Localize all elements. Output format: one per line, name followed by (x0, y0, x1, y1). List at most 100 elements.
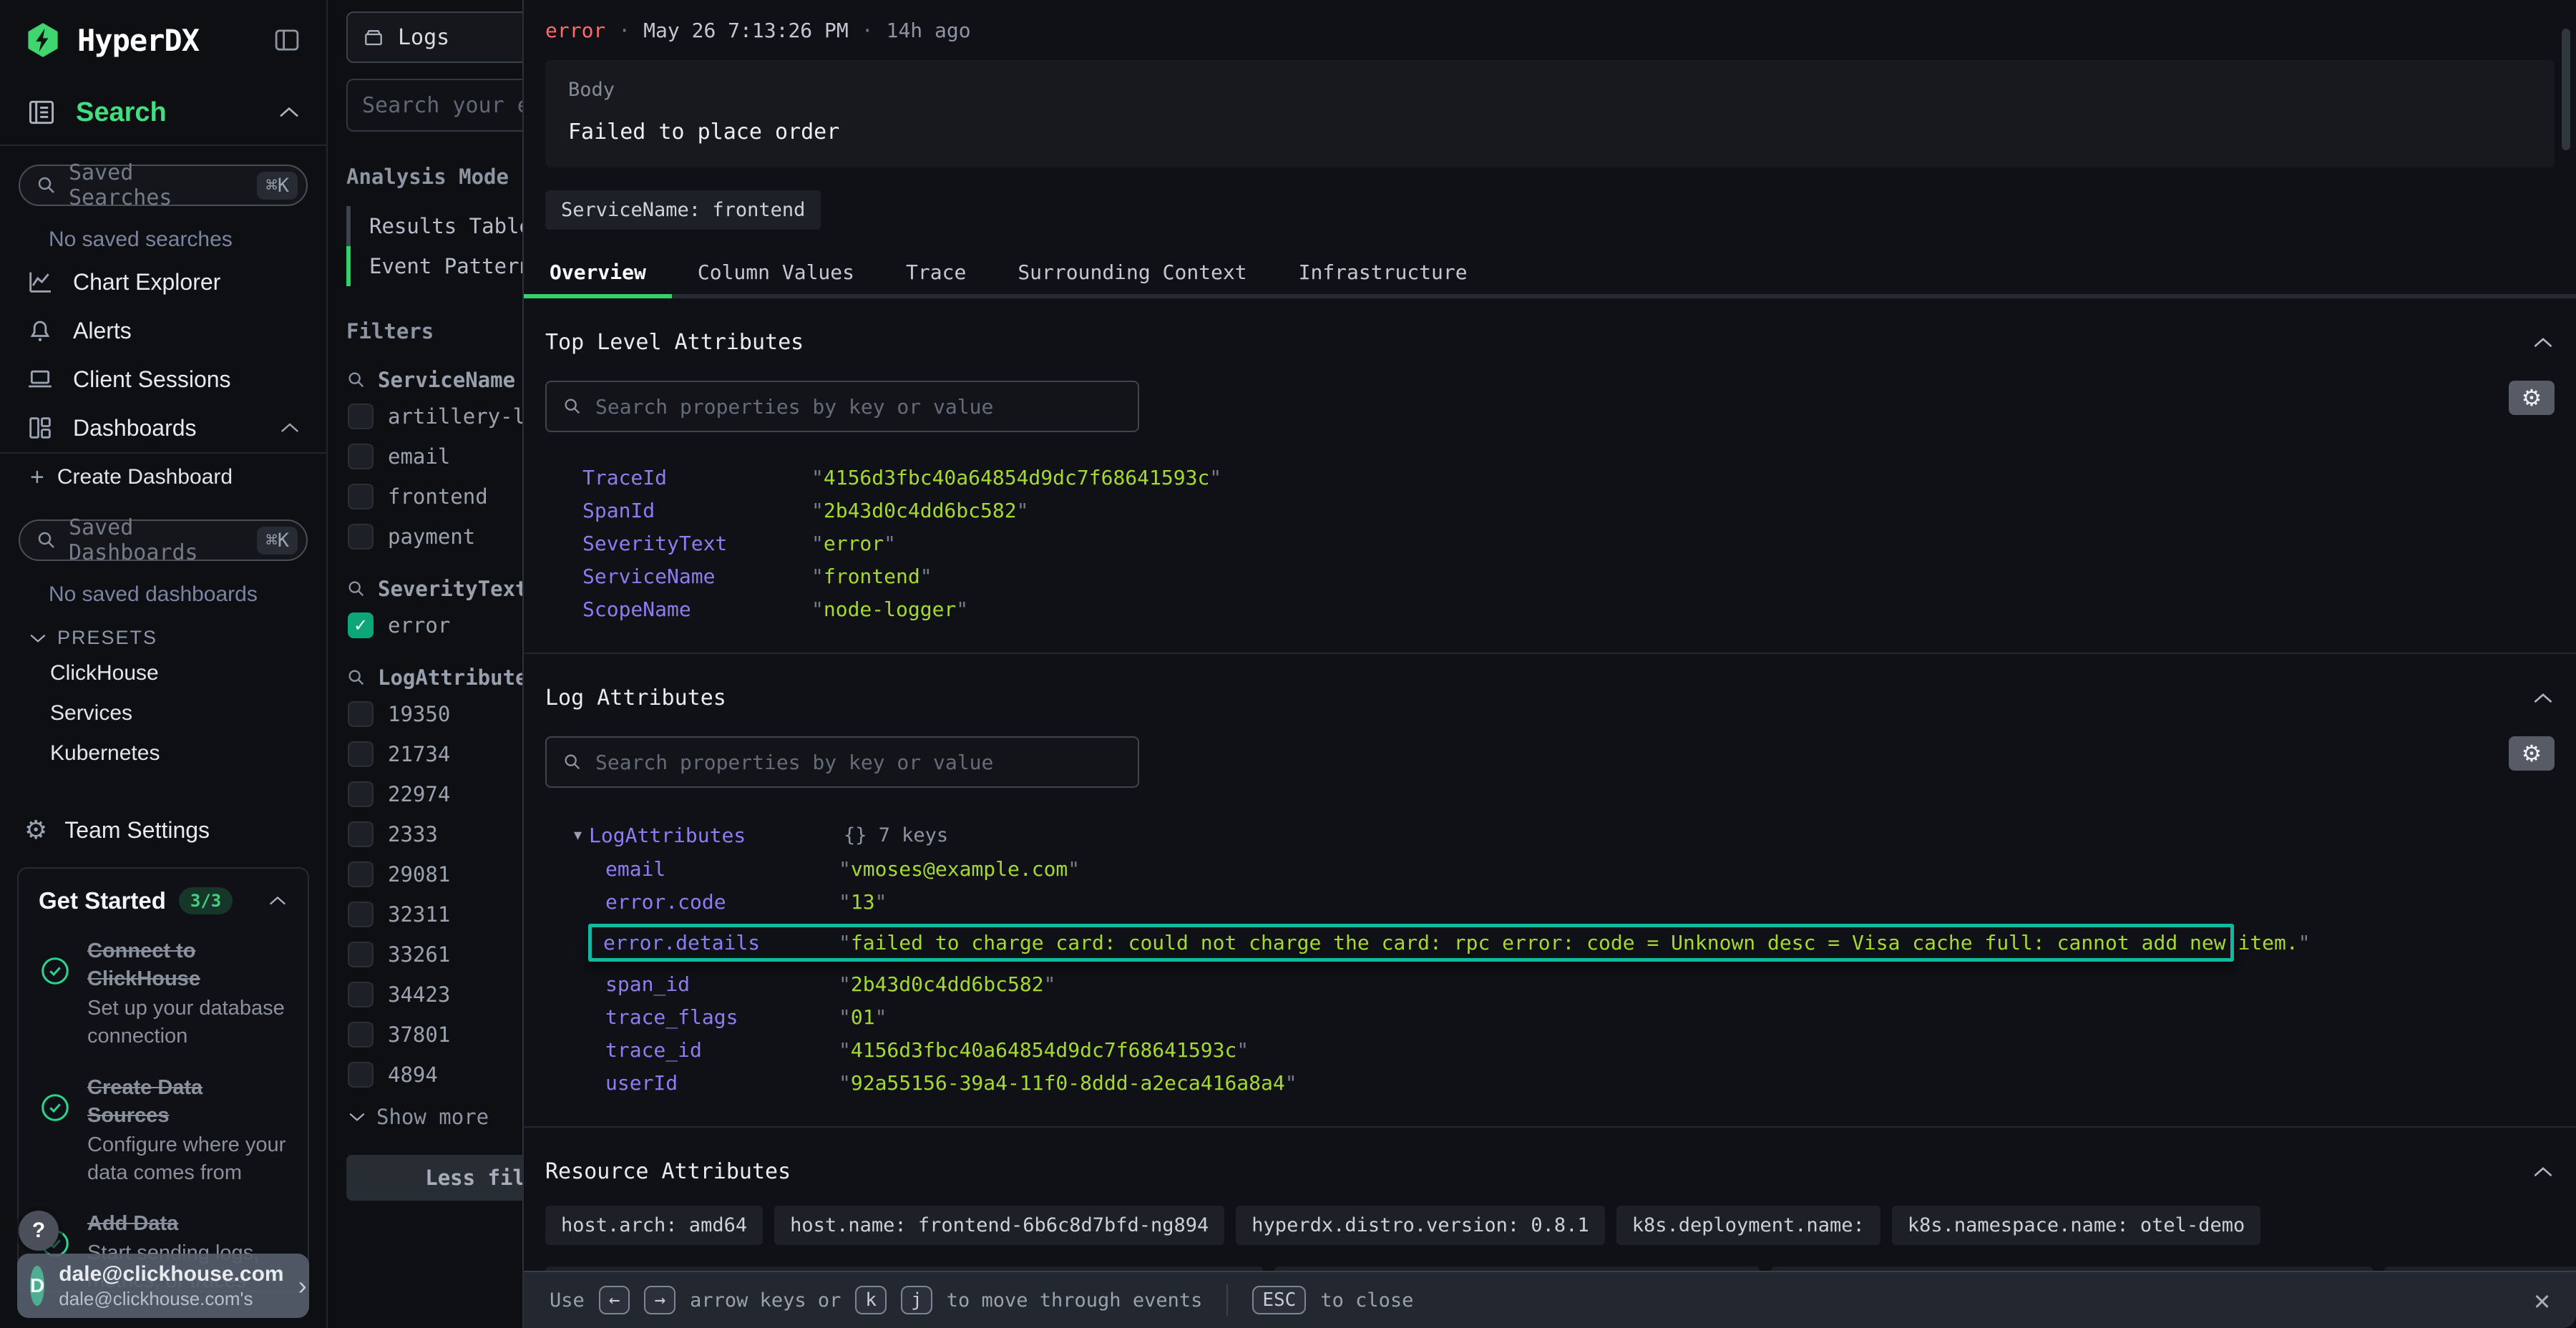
analysis-mode-option[interactable]: Results Table (346, 206, 522, 246)
resource-attribute-chip[interactable]: hyperdx.distro.version: 0.8.1 (1236, 1206, 1604, 1245)
attribute-key[interactable]: SeverityText (582, 532, 811, 555)
sidebar-item-chart-explorer[interactable]: Chart Explorer (19, 258, 308, 306)
resource-attribute-chip[interactable]: host.name: frontend-6b6c8d7bfd-ng894 (774, 1206, 1224, 1245)
filter-group-servicename[interactable]: ServiceName (346, 368, 522, 392)
attribute-row[interactable]: ScopeName node-logger (545, 592, 2555, 625)
checkbox[interactable]: ✓ (348, 821, 374, 847)
checkbox[interactable]: ✓ (348, 701, 374, 727)
attribute-value[interactable]: 4156d3fbc40a64854d9dc7f68641593c (811, 466, 1221, 489)
log-attributes-root-row[interactable]: ▾ LogAttributes {} 7 keys (545, 818, 2555, 852)
chevron-up-icon[interactable] (268, 895, 288, 907)
sidebar-item-dashboards[interactable]: Dashboards (19, 404, 308, 452)
attribute-key[interactable]: LogAttributes (589, 824, 844, 847)
checkbox[interactable]: ✓ (348, 861, 374, 887)
resource-attribute-chip[interactable]: k8s.deployment.name: (1616, 1206, 1880, 1245)
resource-attribute-chip[interactable]: k8s.namespace.name: otel-demo (1892, 1206, 2260, 1245)
less-filters-button[interactable]: Less filters (346, 1155, 522, 1201)
get-started-item[interactable]: Connect to ClickHouse Set up your databa… (39, 937, 288, 1051)
attribute-key[interactable]: email (605, 857, 839, 881)
create-dashboard-button[interactable]: + Create Dashboard (19, 454, 308, 501)
attribute-key[interactable]: error.code (605, 890, 839, 914)
chevron-up-icon[interactable] (279, 421, 301, 434)
sidebar-collapse-icon[interactable] (272, 25, 302, 55)
checkbox[interactable]: ✓ (348, 612, 374, 638)
attribute-value[interactable]: 4156d3fbc40a64854d9dc7f68641593c (839, 1038, 1249, 1062)
attribute-row[interactable]: ServiceName frontend (545, 560, 2555, 592)
checkbox[interactable]: ✓ (348, 484, 374, 509)
attribute-value[interactable]: failed to charge card: could not charge … (839, 931, 2311, 954)
property-search-input[interactable]: Search properties by key or value (545, 736, 1139, 788)
chevron-up-icon[interactable] (2532, 336, 2555, 349)
filter-option[interactable]: ✓ payment (348, 521, 522, 552)
attribute-row[interactable]: userId 92a55156-39a4-11f0-8ddd-a2eca416a… (545, 1066, 2555, 1099)
filter-option[interactable]: ✓ email (348, 441, 522, 472)
filter-group-logattributes[interactable]: LogAttributes (346, 665, 522, 690)
attribute-row[interactable]: trace_flags 01 (545, 1000, 2555, 1033)
sidebar-item-alerts[interactable]: Alerts (19, 306, 308, 355)
filter-option[interactable]: ✓ artillery-loa (348, 401, 522, 432)
preset-item[interactable]: Kubernetes (19, 733, 308, 773)
filter-option[interactable]: ✓ frontend (348, 481, 522, 512)
detail-tab[interactable]: Infrastructure (1273, 250, 1493, 294)
attribute-key[interactable]: SpanId (582, 499, 811, 522)
attribute-key[interactable]: TraceId (582, 466, 811, 489)
attribute-key[interactable]: trace_id (605, 1038, 839, 1062)
checkbox[interactable]: ✓ (348, 444, 374, 469)
checkbox[interactable]: ✓ (348, 1062, 374, 1088)
filter-option[interactable]: ✓ 37801 (348, 1019, 522, 1050)
preset-item[interactable]: Services (19, 693, 308, 733)
attribute-value[interactable]: 2b43d0c4dd6bc582 (811, 499, 1028, 522)
resource-attribute-chip[interactable]: host.arch: amd64 (545, 1206, 763, 1245)
attribute-row[interactable]: span_id 2b43d0c4dd6bc582 (545, 967, 2555, 1000)
attribute-value[interactable]: 2b43d0c4dd6bc582 (839, 972, 1055, 996)
checkbox[interactable]: ✓ (348, 1022, 374, 1048)
attribute-value[interactable]: vmoses@example.com (839, 857, 1080, 881)
detail-tab[interactable]: Column Values (672, 250, 880, 294)
filter-group-severitytext[interactable]: SeverityText (346, 577, 522, 601)
attribute-row[interactable]: error.code 13 (545, 885, 2555, 918)
filter-option[interactable]: ✓ 21734 (348, 738, 522, 770)
filter-option[interactable]: ✓ 29081 (348, 859, 522, 890)
checkbox[interactable]: ✓ (348, 524, 374, 550)
caret-icon[interactable]: ▾ (574, 826, 582, 844)
attribute-row[interactable]: TraceId 4156d3fbc40a64854d9dc7f68641593c (545, 461, 2555, 494)
saved-searches-input[interactable]: Saved Searches ⌘K (19, 165, 308, 206)
filter-option[interactable]: ✓ error (348, 610, 522, 641)
attribute-value[interactable]: error (811, 532, 896, 555)
get-started-item[interactable]: Create Data Sources Configure where your… (39, 1074, 288, 1188)
attribute-key[interactable]: userId (605, 1071, 839, 1095)
attribute-row[interactable]: error.details failed to charge card: cou… (588, 924, 2234, 962)
attribute-value[interactable]: 13 (839, 890, 887, 914)
attribute-key[interactable]: ServiceName (582, 565, 811, 588)
filter-option[interactable]: ✓ 2333 (348, 819, 522, 850)
checkbox[interactable]: ✓ (348, 982, 374, 1007)
help-button[interactable]: ? (19, 1211, 59, 1251)
filter-option[interactable]: ✓ 4894 (348, 1059, 522, 1090)
chevron-up-icon[interactable] (2532, 1166, 2555, 1178)
user-menu[interactable]: D dale@clickhouse.com dale@clickhouse.co… (17, 1254, 309, 1318)
settings-gear-button[interactable]: ⚙ (2509, 736, 2555, 771)
filter-option[interactable]: ✓ 19350 (348, 698, 522, 730)
presets-toggle[interactable]: PRESETS (29, 627, 308, 649)
attribute-value[interactable]: frontend (811, 565, 932, 588)
attribute-key[interactable]: span_id (605, 972, 839, 996)
detail-tab[interactable]: Overview (524, 250, 672, 294)
analysis-mode-option[interactable]: Event Patterns (346, 246, 522, 286)
source-selector[interactable]: Logs (346, 11, 522, 63)
chevron-up-icon[interactable] (2532, 692, 2555, 705)
detail-tab[interactable]: Surrounding Context (992, 250, 1272, 294)
show-more-button[interactable]: Show more (348, 1105, 522, 1129)
settings-gear-button[interactable]: ⚙ (2509, 381, 2555, 415)
checkbox[interactable]: ✓ (348, 404, 374, 429)
chevron-up-icon[interactable] (278, 105, 301, 119)
checkbox[interactable]: ✓ (348, 781, 374, 807)
detail-tab[interactable]: Trace (880, 250, 992, 294)
scrollbar-thumb[interactable] (2562, 29, 2570, 150)
attribute-key[interactable]: ScopeName (582, 597, 811, 621)
sidebar-item-team-settings[interactable]: ⚙ Team Settings (19, 805, 308, 855)
event-search-input[interactable]: Search your events... (346, 79, 522, 132)
attribute-row[interactable]: SeverityText error (545, 527, 2555, 560)
attribute-row[interactable]: email vmoses@example.com (545, 852, 2555, 885)
filter-option[interactable]: ✓ 32311 (348, 899, 522, 930)
get-started-header[interactable]: Get Started 3/3 (39, 887, 288, 914)
